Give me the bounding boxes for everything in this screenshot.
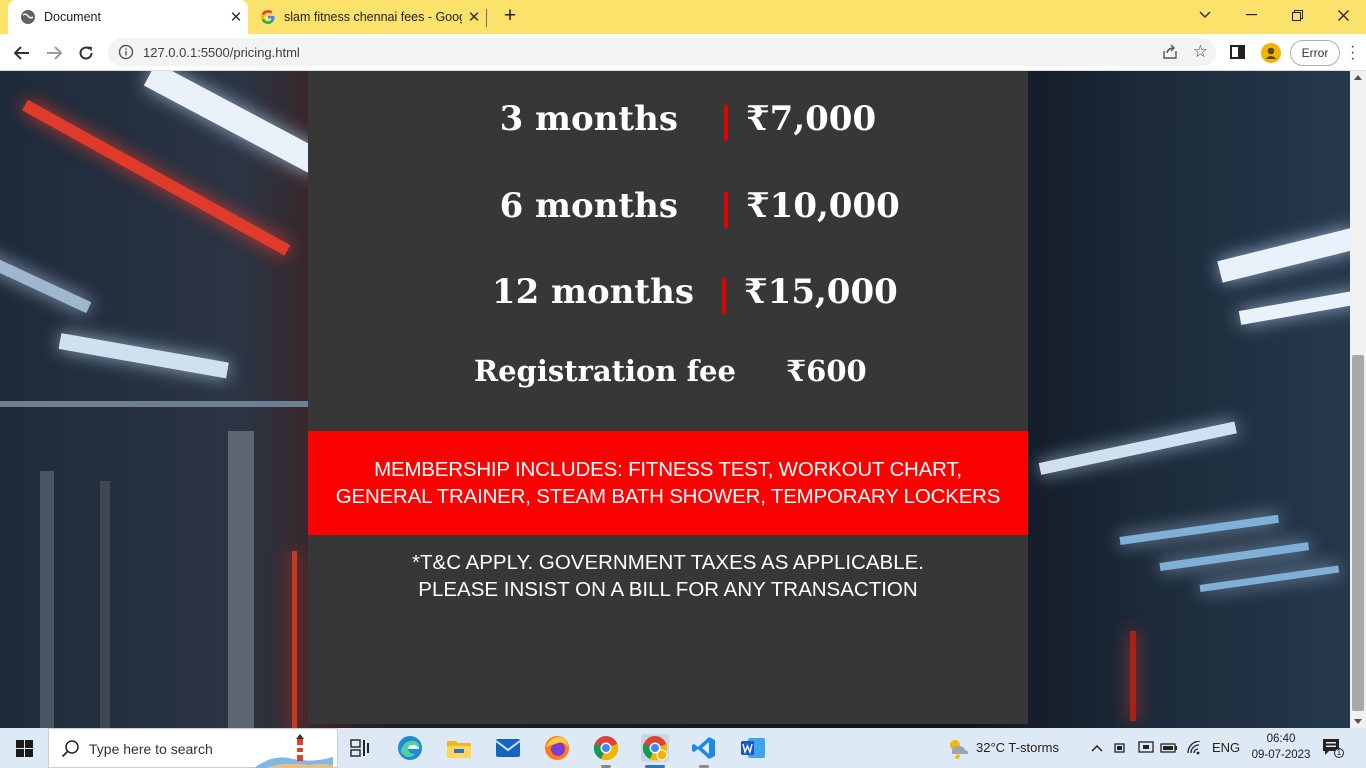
close-tab-icon[interactable]: ✕ — [224, 8, 248, 26]
scroll-down-icon[interactable] — [1354, 719, 1362, 724]
google-icon — [260, 9, 276, 25]
battery-icon[interactable] — [1158, 734, 1180, 762]
membership-line: GENERAL TRAINER, STEAM BATH SHOWER, TEMP… — [335, 485, 1001, 508]
divider-bar — [724, 192, 728, 228]
notification-count: 1 — [1336, 748, 1342, 757]
file-explorer-icon[interactable] — [445, 734, 473, 762]
notification-center-icon[interactable]: 1 — [1322, 738, 1344, 758]
terms-note: *T&C APPLY. GOVERNMENT TAXES AS APPLICAB… — [308, 549, 1028, 603]
reload-icon[interactable] — [72, 39, 100, 67]
tab-google-search[interactable]: slam fitness chennai fees - Googl ✕ — [250, 0, 486, 34]
restore-icon[interactable] — [1274, 0, 1320, 30]
plan-price: ₹10,000 — [746, 186, 900, 226]
globe-icon — [20, 9, 36, 25]
error-button[interactable]: Error — [1290, 40, 1340, 66]
language-indicator[interactable]: ENG — [1212, 740, 1240, 755]
url-text[interactable]: 127.0.0.1:5500/pricing.html — [143, 45, 300, 60]
scrollbar-thumb[interactable] — [1352, 355, 1364, 711]
weather-storm-icon[interactable] — [944, 734, 972, 762]
task-view-icon[interactable] — [346, 734, 374, 762]
clock-date: 09-07-2023 — [1251, 749, 1311, 761]
windows-start-icon[interactable] — [16, 740, 33, 757]
menu-kebab-icon[interactable]: · · · — [1350, 39, 1355, 67]
edge-icon[interactable] — [396, 734, 424, 762]
meet-now-icon[interactable] — [1110, 734, 1132, 762]
clock-time: 06:40 — [1266, 733, 1296, 745]
tab-document[interactable]: Document ✕ — [8, 0, 248, 34]
show-hidden-icons-chevron-icon[interactable] — [1085, 734, 1109, 762]
tab-title: Document — [44, 10, 101, 24]
new-tab-icon[interactable]: + — [498, 4, 522, 28]
tab-search-chevron-icon[interactable] — [1182, 0, 1228, 30]
taskbar-clock[interactable]: 06:40 09-07-2023 — [1250, 731, 1312, 763]
pricing-panel: 3 months ₹7,000 6 months ₹10,000 12 mont… — [308, 71, 1028, 724]
tab-title: slam fitness chennai fees - Googl — [284, 10, 462, 24]
display-icon[interactable] — [1135, 734, 1157, 762]
page-viewport: 3 months ₹7,000 6 months ₹10,000 12 mont… — [0, 71, 1350, 728]
taskbar-search-box[interactable]: Type here to search — [48, 728, 338, 768]
firefox-icon[interactable] — [543, 734, 571, 762]
mail-icon[interactable] — [494, 734, 522, 762]
bookmark-star-icon[interactable]: ☆ — [1193, 42, 1208, 62]
membership-line: MEMBERSHIP INCLUDES: FITNESS TEST, WORKO… — [374, 458, 962, 481]
browser-toolbar: 127.0.0.1:5500/pricing.html ☆ Error · · · — [0, 34, 1366, 71]
side-panel-icon[interactable] — [1230, 45, 1245, 59]
plan-price: ₹7,000 — [746, 99, 877, 139]
terms-line: PLEASE INSIST ON A BILL FOR ANY TRANSACT… — [418, 578, 918, 601]
plan-row: 12 months ₹15,000 — [308, 272, 1028, 318]
divider-bar — [724, 105, 728, 141]
chrome-icon[interactable] — [592, 734, 620, 768]
plan-duration: 12 months — [491, 272, 694, 312]
back-icon[interactable] — [8, 39, 36, 67]
close-tab-icon[interactable]: ✕ — [462, 8, 486, 26]
terms-line: *T&C APPLY. GOVERNMENT TAXES AS APPLICAB… — [412, 551, 924, 574]
plan-row: 6 months ₹10,000 — [308, 186, 1028, 232]
vscode-icon[interactable] — [690, 734, 718, 768]
weather-text[interactable]: 32°C T-storms — [976, 740, 1059, 755]
plan-row: 3 months ₹7,000 — [308, 99, 1028, 145]
close-window-icon[interactable] — [1320, 0, 1366, 30]
plan-duration: 3 months — [499, 99, 678, 139]
wifi-icon[interactable] — [1183, 734, 1205, 762]
search-highlight-lighthouse-icon — [253, 733, 333, 768]
plan-price: ₹15,000 — [744, 272, 898, 312]
taskbar: Type here to search 32°C T-storms ENG 06… — [0, 728, 1366, 768]
tab-bar: Document ✕ slam fitness chennai fees - G… — [0, 0, 1366, 34]
chrome-profile-icon[interactable] — [641, 734, 669, 768]
search-icon — [61, 739, 81, 759]
scroll-up-icon[interactable] — [1354, 75, 1362, 80]
registration-label: Registration fee — [474, 354, 736, 388]
membership-banner: MEMBERSHIP INCLUDES: FITNESS TEST, WORKO… — [308, 431, 1028, 535]
divider-bar — [722, 278, 726, 314]
plan-duration: 6 months — [499, 186, 678, 226]
search-placeholder: Type here to search — [89, 741, 213, 757]
forward-icon[interactable] — [40, 39, 68, 67]
word-icon[interactable] — [739, 734, 767, 762]
minimize-icon[interactable] — [1228, 0, 1274, 30]
share-icon[interactable] — [1162, 44, 1178, 60]
address-bar[interactable]: 127.0.0.1:5500/pricing.html ☆ — [108, 38, 1216, 66]
registration-price: ₹600 — [786, 354, 867, 388]
tab-separator — [486, 9, 487, 27]
site-info-icon[interactable] — [118, 44, 134, 60]
page-scrollbar[interactable] — [1350, 71, 1366, 728]
profile-avatar-icon[interactable] — [1261, 43, 1281, 63]
